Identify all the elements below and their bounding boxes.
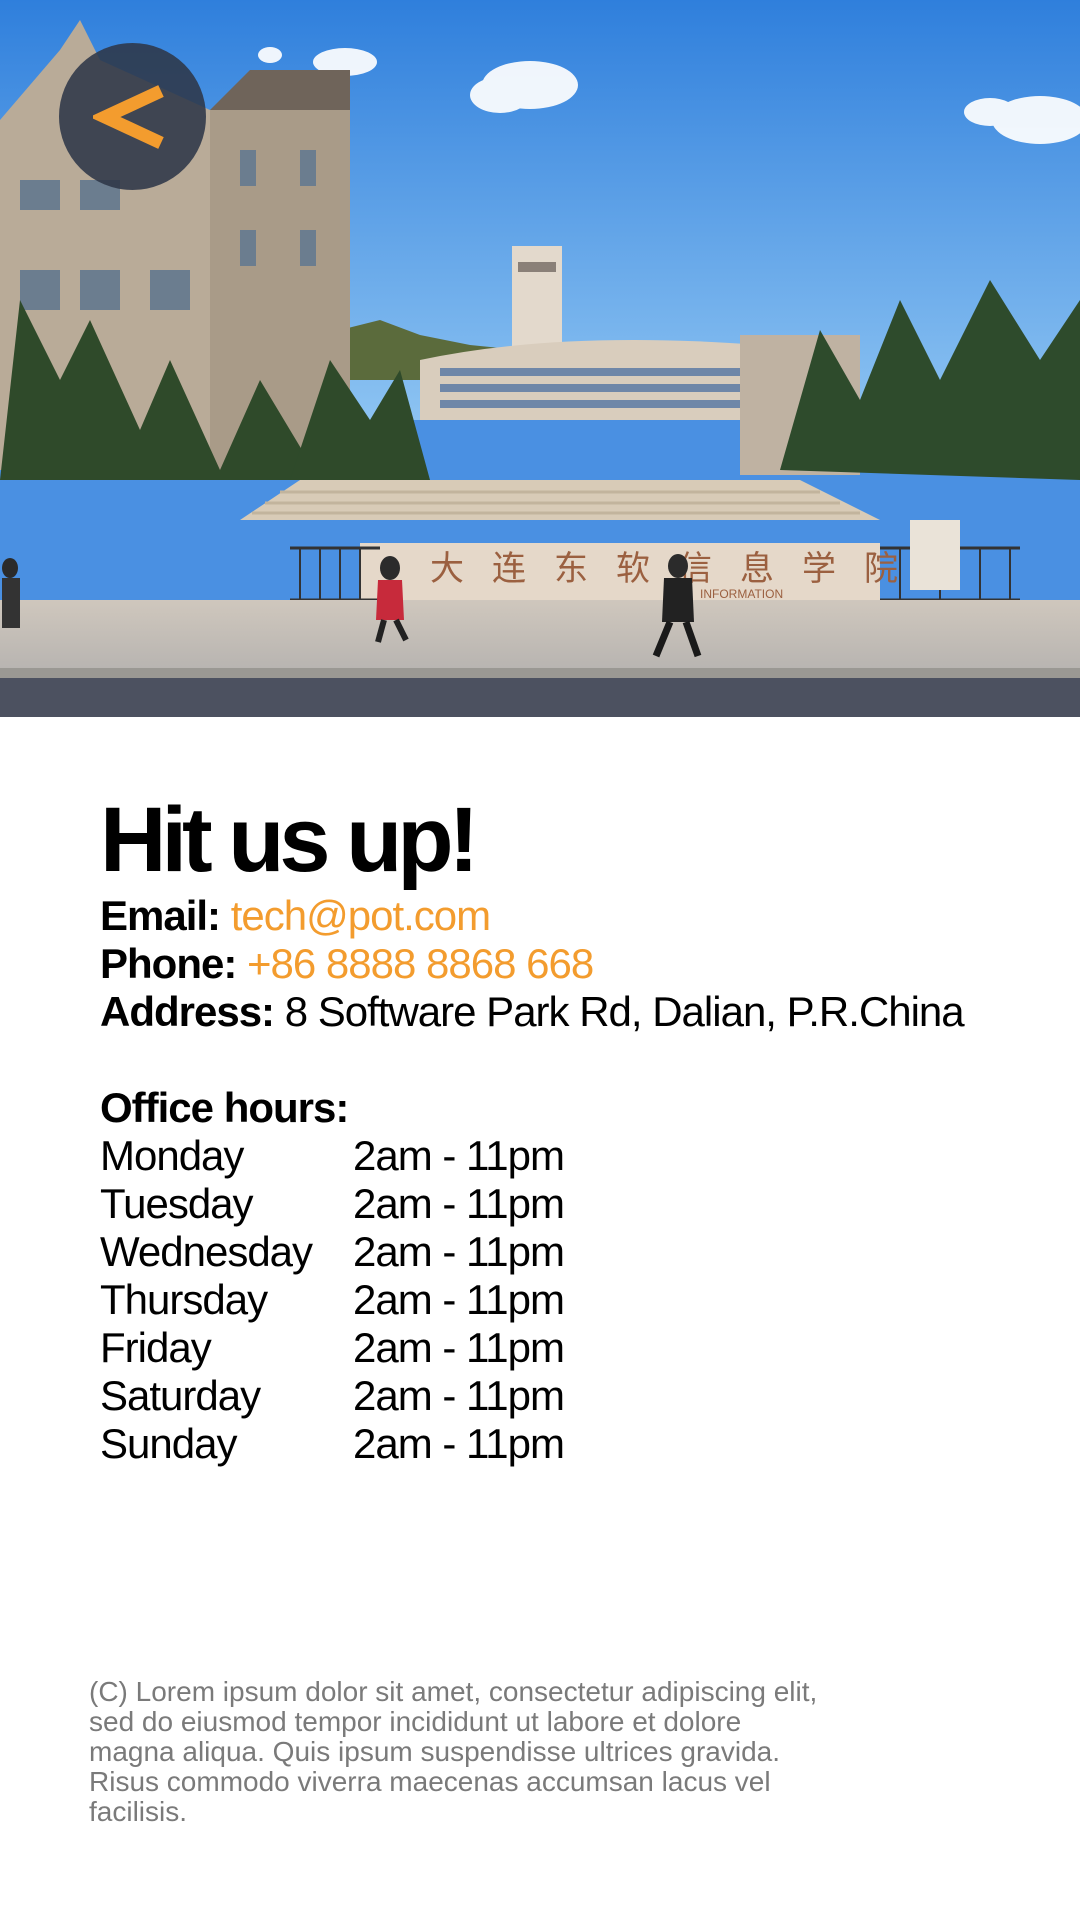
back-button[interactable] xyxy=(59,43,206,190)
contact-screen: 大连东软信息学院 INFORMATION xyxy=(0,0,1080,1920)
day-label: Tuesday xyxy=(100,1180,254,1227)
day-label: Monday xyxy=(100,1132,244,1179)
day-label: Sunday xyxy=(100,1420,237,1467)
email-row: Email: tech@pot.com xyxy=(100,892,1000,940)
hours-value: 2am - 11pm xyxy=(353,1228,565,1275)
hours-row-sunday: Sunday 2am - 11pm xyxy=(100,1420,1000,1468)
office-hours-list: Monday 2am - 11pm Tuesday 2am - 11pm Wed… xyxy=(100,1132,1000,1468)
hours-value: 2am - 11pm xyxy=(353,1420,565,1467)
contact-section: Hit us up! Email: tech@pot.com Phone: +8… xyxy=(100,790,1000,1468)
address-label: Address: xyxy=(100,988,275,1035)
office-hours-title: Office hours: xyxy=(100,1084,349,1131)
hours-row-monday: Monday 2am - 11pm xyxy=(100,1132,1000,1180)
day-label: Thursday xyxy=(100,1276,268,1323)
page-title: Hit us up! xyxy=(100,789,479,891)
day-label: Friday xyxy=(100,1324,212,1371)
hours-row-friday: Friday 2am - 11pm xyxy=(100,1324,1000,1372)
chevron-left-icon xyxy=(92,84,164,149)
hours-value: 2am - 11pm xyxy=(353,1132,565,1179)
phone-link[interactable]: +86 8888 8868 668 xyxy=(247,940,594,987)
hours-value: 2am - 11pm xyxy=(353,1324,565,1371)
day-label: Saturday xyxy=(100,1372,261,1419)
email-link[interactable]: tech@pot.com xyxy=(231,892,491,939)
address-value: 8 Software Park Rd, Dalian, P.R.China xyxy=(284,988,965,1035)
hours-value: 2am - 11pm xyxy=(353,1372,565,1419)
day-label: Wednesday xyxy=(100,1228,313,1275)
sign-subtext: INFORMATION xyxy=(700,587,783,601)
hours-row-saturday: Saturday 2am - 11pm xyxy=(100,1372,1000,1420)
phone-row: Phone: +86 8888 8868 668 xyxy=(100,940,1000,988)
hours-value: 2am - 11pm xyxy=(353,1180,565,1227)
address-row: Address: 8 Software Park Rd, Dalian, P.R… xyxy=(100,988,1000,1036)
email-label: Email: xyxy=(100,892,221,939)
hours-row-tuesday: Tuesday 2am - 11pm xyxy=(100,1180,1000,1228)
contact-details: Email: tech@pot.com Phone: +86 8888 8868… xyxy=(100,892,1000,1036)
hours-row-thursday: Thursday 2am - 11pm xyxy=(100,1276,1000,1324)
footer-copyright: (C) Lorem ipsum dolor sit amet, consecte… xyxy=(89,1676,818,1827)
hours-value: 2am - 11pm xyxy=(353,1276,565,1323)
hours-row-wednesday: Wednesday 2am - 11pm xyxy=(100,1228,1000,1276)
phone-label: Phone: xyxy=(100,940,237,987)
